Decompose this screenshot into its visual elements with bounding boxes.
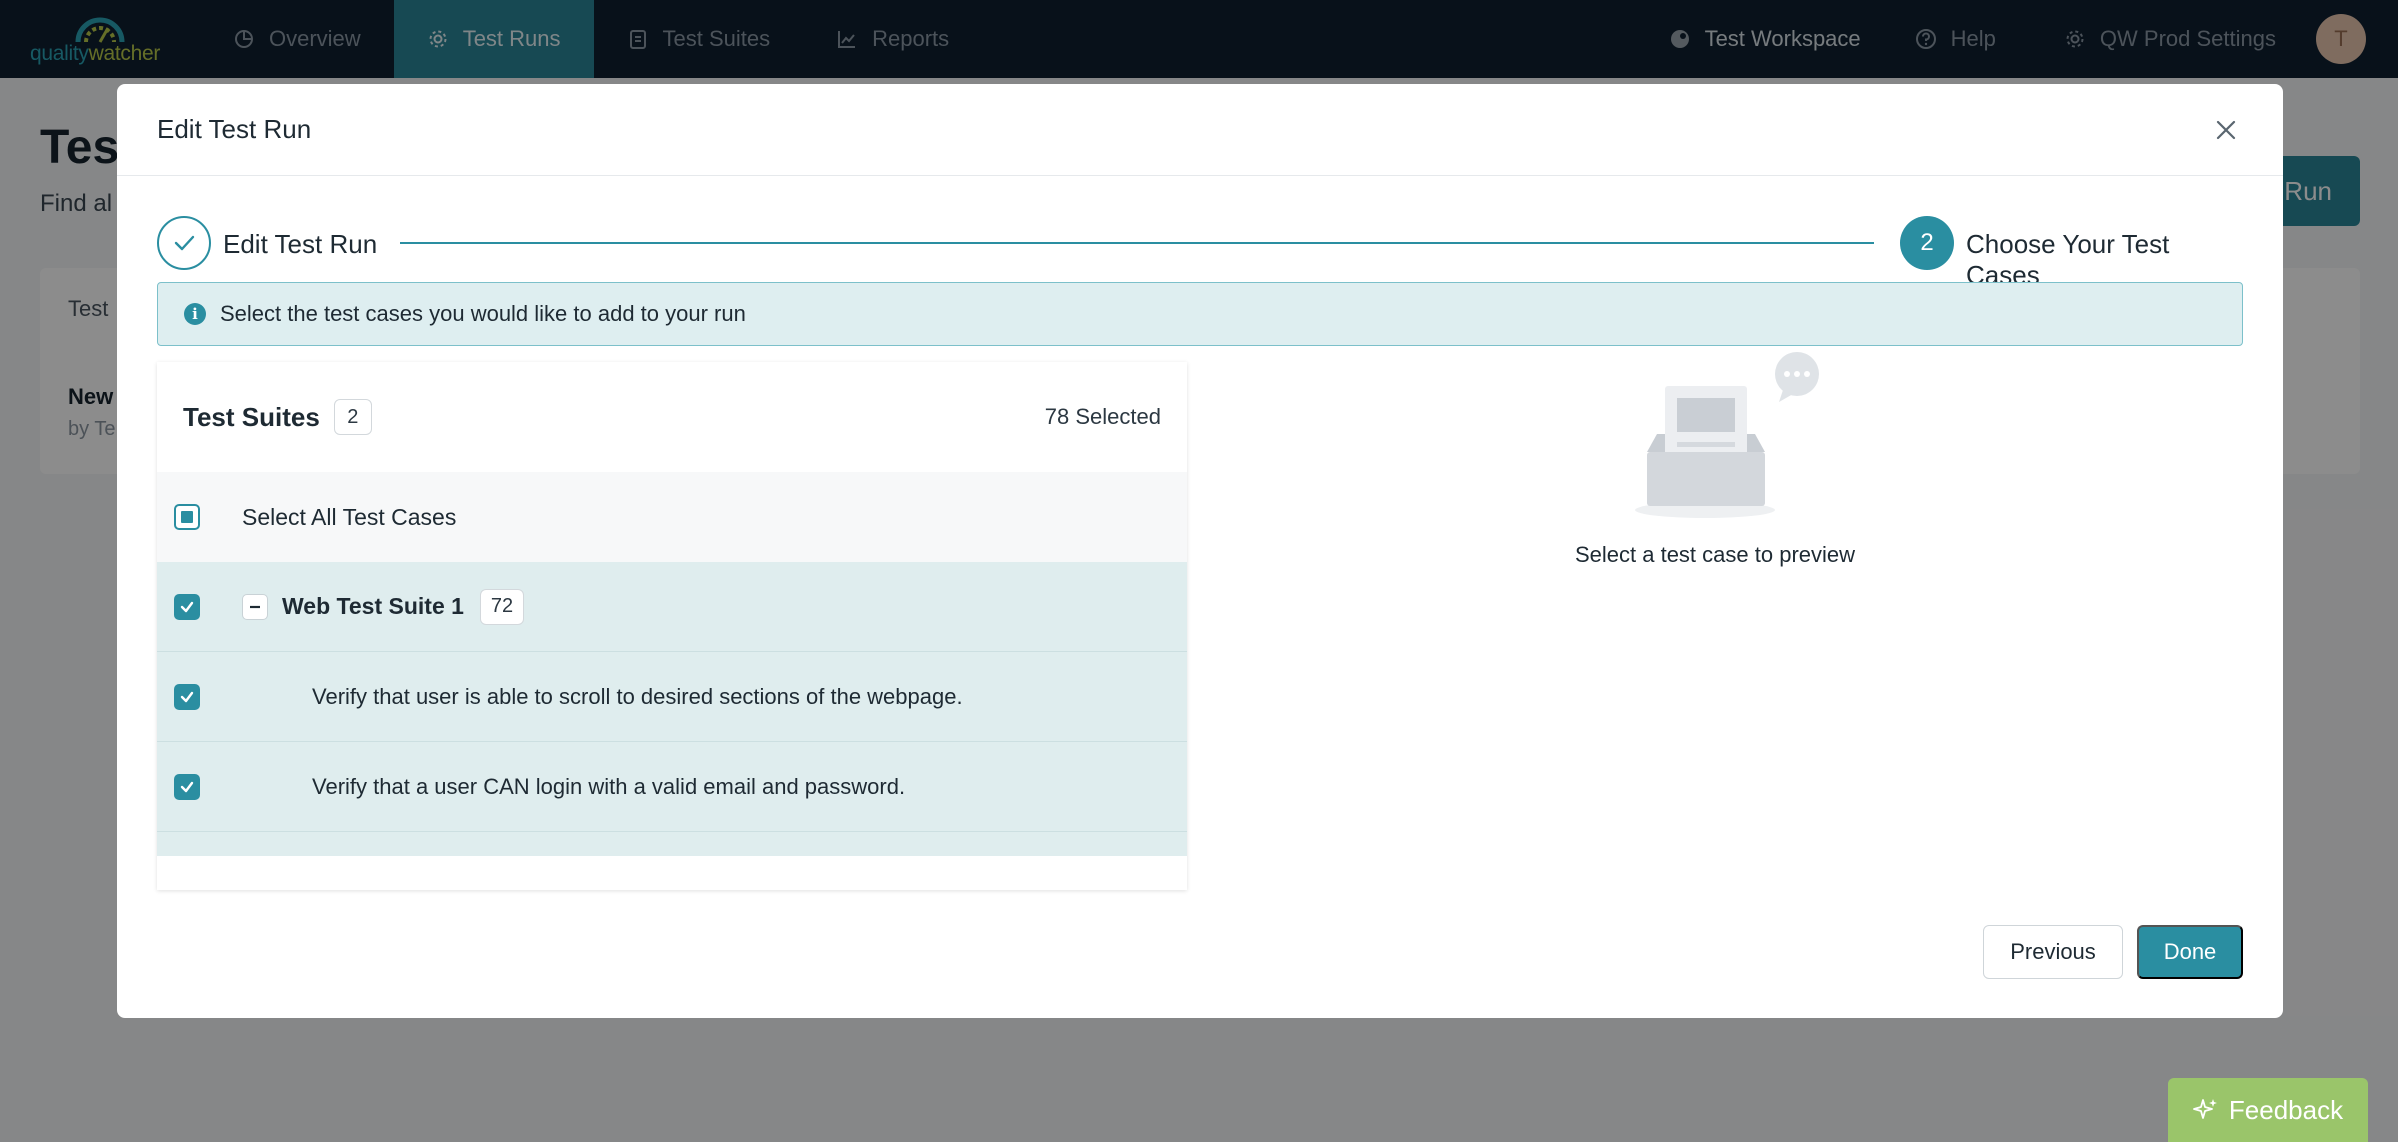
select-all-row[interactable]: Select All Test Cases bbox=[157, 472, 1187, 562]
feedback-label: Feedback bbox=[2228, 1094, 2344, 1125]
step-1-label[interactable]: Edit Test Run bbox=[223, 229, 377, 260]
modal-header: Edit Test Run bbox=[117, 84, 2283, 176]
feedback-button[interactable]: Feedback bbox=[2168, 1078, 2368, 1142]
collapse-minus-icon[interactable] bbox=[242, 593, 268, 620]
select-all-label: Select All Test Cases bbox=[242, 503, 457, 530]
suite-row[interactable]: Web Test Suite 1 72 bbox=[157, 562, 1187, 652]
test-case-checkbox[interactable] bbox=[174, 773, 200, 800]
panel-title: Test Suites bbox=[183, 401, 320, 432]
test-case-checkbox[interactable] bbox=[174, 683, 200, 710]
preview-placeholder-text: Select a test case to preview bbox=[1574, 542, 1856, 567]
info-alert-text: Select the test cases you would like to … bbox=[220, 301, 746, 326]
info-alert: i Select the test cases you would like t… bbox=[157, 282, 2243, 346]
suite-case-count-badge: 72 bbox=[479, 588, 525, 625]
previous-button[interactable]: Previous bbox=[1983, 925, 2123, 979]
modal-title: Edit Test Run bbox=[157, 114, 312, 144]
empty-inbox-illustration-icon bbox=[1635, 352, 1819, 518]
panel-header: Test Suites 2 78 Selected bbox=[157, 362, 1187, 472]
selected-count: 78 Selected bbox=[1044, 404, 1161, 429]
edit-test-run-modal: Edit Test Run Edit Test Run 2 Choose You… bbox=[117, 84, 2283, 1018]
sparkle-icon bbox=[2193, 1099, 2217, 1119]
close-icon[interactable] bbox=[2209, 113, 2243, 147]
suite-name: Web Test Suite 1 bbox=[282, 593, 464, 619]
test-case-row[interactable]: Verify that a user CAN login with a vali… bbox=[157, 742, 1187, 832]
suite-checkbox[interactable] bbox=[174, 593, 200, 620]
wizard-stepper: Edit Test Run 2 Choose Your Test Cases bbox=[157, 216, 2243, 290]
step-complete-check-icon[interactable] bbox=[157, 216, 211, 270]
suite-count-badge: 2 bbox=[333, 399, 372, 435]
info-icon: i bbox=[184, 303, 206, 325]
test-case-label: Verify that user is able to scroll to de… bbox=[312, 683, 963, 709]
test-case-row[interactable]: Verify that user is able to scroll to de… bbox=[157, 652, 1187, 742]
select-all-checkbox[interactable] bbox=[174, 504, 200, 530]
test-case-row-partial bbox=[157, 832, 1187, 856]
test-suites-panel: Test Suites 2 78 Selected Select All Tes… bbox=[157, 362, 1187, 890]
test-case-label: Verify that a user CAN login with a vali… bbox=[312, 773, 906, 799]
step-connector bbox=[400, 242, 1874, 244]
step-2-number: 2 bbox=[1900, 216, 1954, 270]
done-button[interactable]: Done bbox=[2137, 925, 2243, 979]
